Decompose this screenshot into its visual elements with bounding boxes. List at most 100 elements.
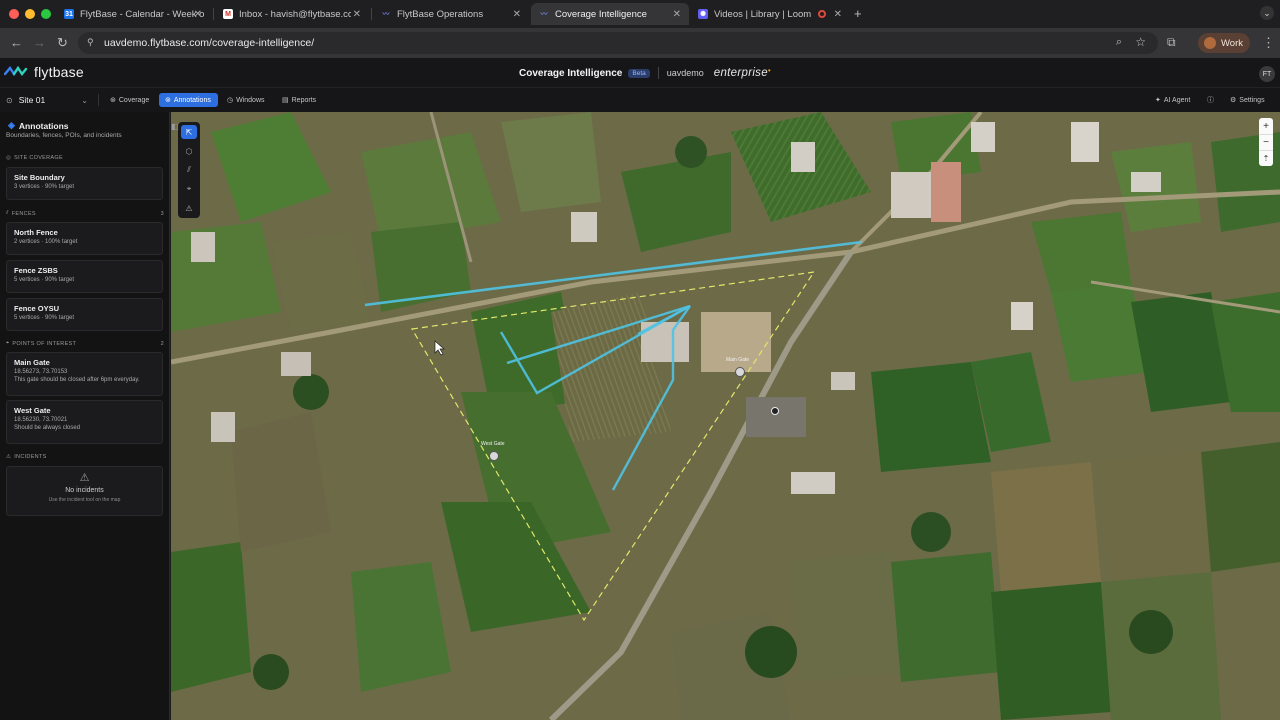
zoom-controls: + − ⇡ [1259,118,1273,166]
sub-navigation: ⊙ Site 01 ⌄ ⊛ Coverage ⊚ Annotations ◷ Wind… [0,88,1280,112]
calendar-icon: 31 [64,9,74,19]
clock-icon: ◷ [227,97,234,104]
extensions-icon[interactable]: ⧉ [1167,35,1176,50]
gear-icon: ⚙ [1230,97,1237,104]
close-tab-icon[interactable]: ✕ [834,9,842,20]
fence-icon: ⫽ [187,165,191,174]
west-gate-marker[interactable] [489,451,499,461]
site-selector[interactable]: ⊙ Site 01 ⌄ [6,92,88,108]
zoom-in-button[interactable]: + [1259,118,1273,134]
compass-reset-button[interactable]: ⇡ [1259,150,1273,166]
annotation-pin-icon: ⊚ [165,97,171,104]
org-name: uavdemo [666,68,704,78]
loom-icon: ✺ [698,9,708,19]
plan-name: enterprise [713,67,768,79]
gmail-icon: M [223,9,233,19]
satellite-map[interactable]: Main Gate West Gate [171,112,1280,720]
ai-agent-button[interactable]: ✦ AI Agent [1149,93,1196,107]
fence-card-zsbs[interactable]: Fence ZSBS 5 vertices · 90% target [6,260,163,293]
section-points-of-interest: ⌖ POINTS OF INTEREST 2 [6,340,164,347]
sidebar-subtitle: Boundaries, fences, POIs, and incidents [6,132,122,139]
target-icon: ◎ [6,155,12,161]
user-avatar[interactable]: FT [1259,66,1275,82]
help-icon: ⓘ [1207,97,1214,104]
app-header: flytbase Coverage Intelligence Beta uavd… [0,58,1280,88]
zoom-search-icon[interactable]: ⌕ [1116,36,1122,49]
browser-tab-loom[interactable]: ✺ Videos | Library | Loom ✕ [690,3,850,25]
maximize-window-button[interactable] [41,9,51,19]
flytbase-logo[interactable]: flytbase [4,64,84,80]
zoom-out-button[interactable]: − [1259,134,1273,150]
close-tab-icon[interactable]: ✕ [194,9,202,20]
header-center: Coverage Intelligence Beta uavdemo enter… [519,65,771,79]
incident-tool-button[interactable]: ⚠ [181,201,197,215]
back-icon[interactable]: ← [10,35,23,50]
fence-tool-button[interactable]: ⫽ [181,163,197,177]
browser-tab-operations[interactable]: 〰 FlytBase Operations ✕ [373,3,529,25]
plan-mark-icon: • [767,65,771,75]
map-pin-icon: ⌖ [6,340,10,346]
poi-tool-button[interactable]: ⌖ [181,182,197,196]
browser-menu-icon[interactable]: ⋮ [1262,35,1275,51]
coverage-icon: ⊛ [110,97,116,104]
flytbase-icon: 〰 [382,11,390,18]
close-tab-icon[interactable]: ✕ [353,9,361,20]
tab-windows[interactable]: ◷ Windows [221,93,271,107]
west-gate-label: West Gate [481,441,505,447]
collapse-panel-icon[interactable]: ◧ [171,122,179,131]
layers-icon: ◈ [8,120,15,130]
minimize-window-button[interactable] [25,9,35,19]
main-gate-marker[interactable] [735,367,745,377]
site-info-icon[interactable]: ⚲ [87,37,94,48]
fence-card-oysu[interactable]: Fence OYSU 5 vertices · 90% target [6,298,163,331]
warning-icon: ⚠ [6,454,12,460]
sidebar-title: ◈ Annotations [8,120,69,131]
tab-coverage[interactable]: ⊛ Coverage [104,93,155,107]
tab-annotations[interactable]: ⊚ Annotations [159,93,218,107]
browser-tab-coverage-intelligence[interactable]: 〰 Coverage Intelligence ✕ [531,3,689,25]
fence-card-north[interactable]: North Fence 2 vertices · 100% target [6,222,163,255]
section-fences: ⫽ FENCES 3 [6,210,164,217]
close-tab-icon[interactable]: ✕ [673,9,681,20]
settings-button[interactable]: ⚙ Settings [1224,93,1271,107]
select-tool-button[interactable]: ⇱ [181,125,197,139]
address-bar[interactable]: ⚲ uavdemo.flytbase.com/coverage-intellig… [78,32,1158,54]
recording-icon [818,10,826,18]
sparkle-icon: ✦ [1155,97,1161,104]
flytbase-icon: 〰 [540,11,548,18]
tab-search-button[interactable]: ⌄ [1260,6,1274,20]
warning-icon: ⚠ [79,472,90,484]
close-window-button[interactable] [9,9,19,19]
dock-icon[interactable] [771,407,779,415]
section-site-coverage: ◎ SITE COVERAGE [6,155,63,161]
map-tool-strip: ⇱ ⬡ ⫽ ⌖ ⚠ [178,122,200,218]
incidents-empty-state: ⚠ No incidents Use the incident tool on … [6,466,163,516]
tab-reports[interactable]: ▤ Reports [276,93,322,107]
profile-button[interactable]: Work [1198,33,1250,53]
site-boundary-card[interactable]: Site Boundary 3 vertices · 90% target [6,167,163,200]
browser-tab-calendar[interactable]: 31 FlytBase - Calendar - Week o ✕ [56,3,210,25]
beta-badge: Beta [628,68,650,78]
new-tab-button[interactable]: + [854,6,862,21]
bookmark-star-icon[interactable]: ☆ [1135,35,1146,49]
polygon-icon: ⬡ [185,146,193,156]
browser-tab-strip: 31 FlytBase - Calendar - Week o ✕ M Inbo… [0,0,1280,28]
chevron-down-icon: ⌄ [81,95,88,105]
pointer-icon: ⇱ [185,127,193,137]
map-canvas[interactable]: Main Gate West Gate [171,112,1280,720]
flytbase-logo-icon [4,65,28,77]
browser-toolbar: ← → ↻ ⚲ uavdemo.flytbase.com/coverage-in… [0,28,1280,58]
report-icon: ▤ [282,97,289,104]
close-tab-icon[interactable]: ✕ [513,9,521,20]
section-incidents: ⚠ INCIDENTS [6,454,47,460]
avatar [1204,37,1216,49]
warning-icon: ⚠ [185,203,193,213]
annotations-sidebar: ◈ Annotations ◧ Boundaries, fences, POIs… [0,112,179,720]
browser-tab-inbox[interactable]: M Inbox - havish@flytbase.com ✕ [215,3,369,25]
help-button[interactable]: ⓘ [1201,93,1220,107]
forward-icon[interactable]: → [33,35,46,50]
reload-icon[interactable]: ↻ [57,35,68,51]
poi-card-west-gate[interactable]: West Gate 18.56230, 73.70021 Should be a… [6,400,163,444]
polygon-tool-button[interactable]: ⬡ [181,144,197,158]
poi-card-main-gate[interactable]: Main Gate 18.56273, 73.70153 This gate s… [6,352,163,396]
